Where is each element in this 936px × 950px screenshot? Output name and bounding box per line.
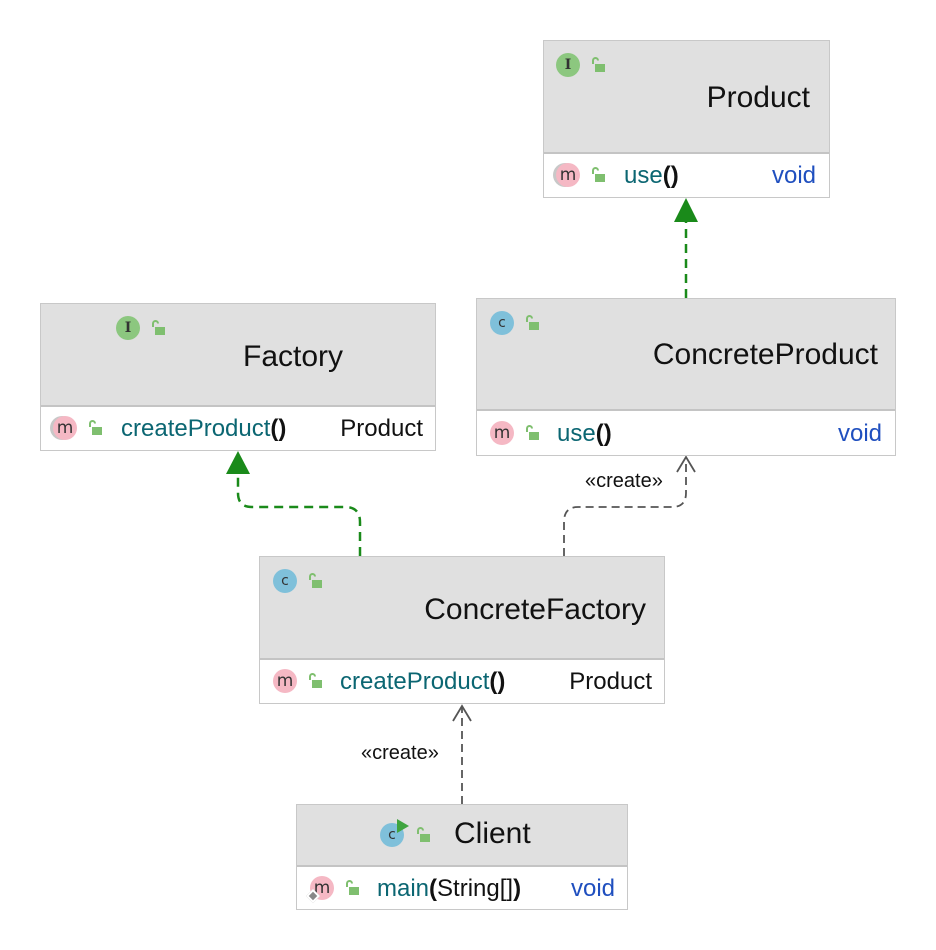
return-type: void xyxy=(570,875,615,902)
method-row[interactable]: m createProduct() Product xyxy=(260,662,664,702)
method-name: createProduct xyxy=(121,415,271,442)
public-lock-icon xyxy=(89,420,102,435)
class-node-product[interactable]: I Product m use() void xyxy=(543,40,830,198)
class-node-concreteproduct[interactable]: c ConcreteProduct m use() void xyxy=(476,298,896,456)
edge-label-create: «create» xyxy=(361,742,439,764)
abstract-method-icon: m xyxy=(556,163,580,187)
method-row[interactable]: m main(String[]) void xyxy=(297,868,627,908)
public-lock-icon xyxy=(526,425,539,440)
realization-arrowhead xyxy=(226,451,250,474)
method-icon: m xyxy=(490,421,514,445)
node-header: I Factory xyxy=(41,304,435,407)
method-close-paren: ) xyxy=(603,420,612,447)
method-icon: m xyxy=(273,669,297,693)
method-close-paren: ) xyxy=(513,875,522,902)
public-lock-icon xyxy=(309,673,322,688)
method-open-paren: ( xyxy=(595,420,604,447)
edge-client-creates-concretefactory xyxy=(452,704,472,804)
class-node-concretefactory[interactable]: c ConcreteFactory m createProduct() Prod… xyxy=(259,556,665,704)
method-signature: main(String[]) xyxy=(377,875,521,903)
node-title: ConcreteProduct xyxy=(652,338,878,371)
run-triangle-icon xyxy=(397,819,409,833)
edge-concreteproduct-implements-product xyxy=(674,198,698,298)
realization-arrowhead xyxy=(674,198,698,222)
method-signature: use() xyxy=(624,162,679,190)
node-header: c Client xyxy=(297,805,627,867)
node-header: c ConcreteFactory xyxy=(260,557,664,660)
interface-icon: I xyxy=(116,316,140,340)
method-close-paren: ) xyxy=(278,415,287,442)
method-signature: createProduct() xyxy=(121,415,286,443)
node-title: Product xyxy=(706,81,810,114)
return-type: void xyxy=(837,420,882,447)
method-row[interactable]: m createProduct() Product xyxy=(41,409,435,449)
method-name: use xyxy=(624,162,663,189)
method-params: String[] xyxy=(437,875,514,902)
public-lock-icon xyxy=(346,880,359,895)
method-row[interactable]: m use() void xyxy=(477,413,895,453)
node-title: Client xyxy=(454,817,531,850)
class-node-client[interactable]: c Client m main(String[]) void xyxy=(296,804,628,910)
method-close-paren: ) xyxy=(670,162,679,189)
method-name: createProduct xyxy=(340,668,490,695)
class-icon: c xyxy=(490,311,514,335)
public-lock-icon xyxy=(417,827,430,842)
edge-concretefactory-implements-factory xyxy=(226,451,362,556)
interface-icon: I xyxy=(556,53,580,77)
return-type: Product xyxy=(569,668,652,695)
public-lock-icon xyxy=(309,573,322,588)
public-lock-icon xyxy=(592,167,605,182)
abstract-method-icon: m xyxy=(53,416,77,440)
method-name: main xyxy=(377,875,430,902)
method-signature: use() xyxy=(557,420,612,448)
node-title: Factory xyxy=(243,340,344,373)
return-type: Product xyxy=(340,415,423,442)
node-title: ConcreteFactory xyxy=(424,593,646,626)
method-close-paren: ) xyxy=(497,668,506,695)
public-lock-icon xyxy=(152,320,165,335)
public-lock-icon xyxy=(592,57,605,72)
edge-label-create: «create» xyxy=(585,470,663,492)
method-name: use xyxy=(557,420,596,447)
method-signature: createProduct() xyxy=(340,668,505,696)
method-row[interactable]: m use() void xyxy=(544,156,829,196)
method-open-paren: ( xyxy=(662,162,671,189)
method-open-paren: ( xyxy=(429,875,438,902)
node-header: c ConcreteProduct xyxy=(477,299,895,411)
return-type: void xyxy=(771,162,816,189)
public-lock-icon xyxy=(526,315,539,330)
class-node-factory[interactable]: I Factory m createProduct() Product xyxy=(40,303,436,451)
node-header: I Product xyxy=(544,41,829,154)
class-icon: c xyxy=(273,569,297,593)
